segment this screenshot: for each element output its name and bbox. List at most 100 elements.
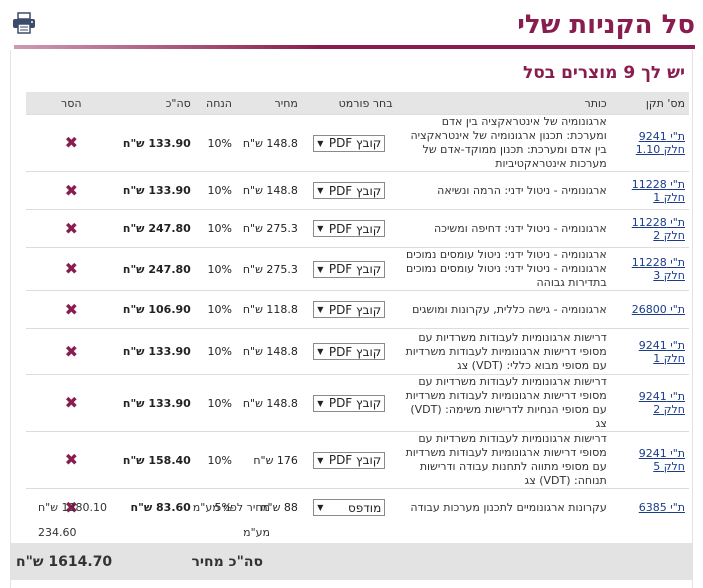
format-select[interactable]: מודפס ▼ — [313, 499, 386, 517]
chevron-down-icon: ▼ — [317, 455, 324, 465]
remove-x-icon[interactable]: ✖ — [65, 450, 78, 469]
catalog-cell: ת"י 9241 חלק 1 — [610, 328, 689, 375]
total-cell: 106.90 ש"ח — [116, 290, 195, 329]
format-select[interactable]: קובץ PDF ▼ — [313, 220, 386, 237]
format-cell: קובץ PDF ▼ — [301, 209, 397, 248]
cart-count-heading: יש לך 9 מוצרים בסל — [522, 63, 685, 83]
grand-total-label: סה"כ מחיר — [191, 554, 263, 570]
discount-cell: 10% — [194, 290, 236, 329]
chevron-down-icon: ▼ — [317, 503, 324, 513]
chevron-down-icon: ▼ — [317, 138, 324, 148]
price-cell: 275.3 ש"ח — [235, 247, 302, 291]
price-cell: 176 ש"ח — [235, 431, 302, 489]
catalog-link[interactable]: ת"י 11228 חלק 3 — [632, 256, 685, 282]
title-cell: ארגונומיה - ניטול ידני: דחיפה ומשיכה — [396, 209, 611, 248]
header-catalog: מס' תקן — [610, 92, 689, 115]
catalog-cell: ת"י 9241 חלק 1.10 — [610, 114, 689, 172]
format-value: קובץ PDF — [328, 136, 382, 150]
catalog-cell: ת"י 9241 חלק 5 — [610, 431, 689, 489]
title-divider — [14, 45, 695, 49]
subtotal-label: מחיר לפני מע"מ — [192, 501, 270, 514]
header-format: בחר פורמט — [301, 92, 397, 115]
price-cell: 148.8 ש"ח — [235, 374, 302, 432]
catalog-cell: ת"י 11228 חלק 2 — [610, 209, 689, 248]
catalog-link[interactable]: ת"י 11228 חלק 1 — [632, 178, 685, 204]
discount-cell: 10% — [194, 209, 236, 248]
title-cell: ארגונומיה - ניטול ידני: ניטול עומסים נמו… — [396, 247, 611, 291]
header-title: כותר — [396, 92, 611, 115]
catalog-cell: ת"י 6385 — [610, 488, 689, 527]
vat-label: מע"מ — [243, 526, 270, 539]
discount-cell: 10% — [194, 328, 236, 375]
catalog-cell: ת"י 11228 חלק 1 — [610, 171, 689, 210]
chevron-down-icon: ▼ — [317, 398, 324, 408]
discount-cell: 10% — [194, 374, 236, 432]
header-total: סה"כ — [116, 92, 195, 115]
format-value: קובץ PDF — [328, 344, 382, 359]
discount-cell: 10% — [194, 114, 236, 172]
format-value: קובץ PDF — [328, 221, 382, 236]
title-cell: דרישות ארגונומיות לעבודות משרדיות עם מסו… — [396, 374, 611, 432]
remove-x-icon[interactable]: ✖ — [65, 259, 78, 278]
remove-x-icon[interactable]: ✖ — [65, 181, 78, 200]
total-cell: 83.60 ש"ח — [116, 488, 195, 527]
catalog-cell: ת"י 26800 — [610, 290, 689, 329]
format-select[interactable]: קובץ PDF ▼ — [313, 451, 386, 469]
catalog-link[interactable]: ת"י 9241 חלק 5 — [639, 447, 685, 473]
catalog-link[interactable]: ת"י 9241 חלק 1.10 — [636, 130, 685, 156]
total-cell: 133.90 ש"ח — [116, 328, 195, 375]
total-cell: 247.80 ש"ח — [116, 209, 195, 248]
table-row: ת"י 9241 חלק 2 דרישות ארגונומיות לעבודות … — [26, 374, 689, 432]
catalog-link[interactable]: ת"י 9241 חלק 1 — [639, 339, 685, 365]
format-value: קובץ PDF — [328, 302, 382, 317]
format-select[interactable]: קובץ PDF ▼ — [313, 301, 386, 318]
remove-x-icon[interactable]: ✖ — [65, 342, 78, 361]
header-discount: הנחה — [194, 92, 236, 115]
grand-total-bar: סה"כ מחיר 1614.70 ש"ח — [10, 543, 693, 580]
table-header-row: מס' תקן כותר בחר פורמט מחיר הנחה סה"כ הס… — [26, 92, 689, 115]
remove-cell: ✖ — [26, 247, 117, 291]
format-select[interactable]: קובץ PDF ▼ — [313, 260, 386, 278]
format-select[interactable]: קובץ PDF ▼ — [313, 394, 386, 412]
remove-x-icon[interactable]: ✖ — [65, 300, 78, 319]
table-row: ת"י 9241 חלק 1 דרישות ארגונומיות לעבודות … — [26, 328, 689, 375]
format-cell: קובץ PDF ▼ — [301, 114, 397, 172]
title-cell: ארגונומיה של אינטראקציה בין אדם ומערכת: … — [396, 114, 611, 172]
format-cell: קובץ PDF ▼ — [301, 171, 397, 210]
subtotal-value: 1380.10 ש"ח — [38, 501, 108, 514]
price-cell: 148.8 ש"ח — [235, 171, 302, 210]
format-cell: קובץ PDF ▼ — [301, 431, 397, 489]
chevron-down-icon: ▼ — [317, 305, 324, 314]
title-cell: דרישות ארגונומיות לעבודות משרדיות עם מסו… — [396, 328, 611, 375]
discount-cell: 10% — [194, 431, 236, 489]
table-row: ת"י 11228 חלק 1 ארגונומיה - ניטול ידני: ה… — [26, 171, 689, 210]
cart-table: מס' תקן כותר בחר פורמט מחיר הנחה סה"כ הס… — [26, 92, 689, 527]
remove-cell: ✖ — [26, 114, 117, 172]
format-value: קובץ PDF — [328, 183, 382, 198]
header-remove: הסר — [26, 92, 117, 115]
title-cell: דרישות ארגונומיות לעבודות משרדיות עם מסו… — [396, 431, 611, 489]
format-value: קובץ PDF — [328, 396, 382, 410]
grand-total-value: 1614.70 ש"ח — [16, 554, 113, 570]
remove-x-icon[interactable]: ✖ — [65, 219, 78, 238]
printer-icon[interactable] — [12, 12, 36, 34]
title-cell: ארגונומיה - ניטול ידני: הרמה ונשיאה — [396, 171, 611, 210]
format-select[interactable]: קובץ PDF ▼ — [313, 134, 386, 152]
chevron-down-icon: ▼ — [317, 186, 324, 195]
format-select[interactable]: קובץ PDF ▼ — [313, 343, 386, 360]
remove-x-icon[interactable]: ✖ — [65, 393, 78, 412]
format-select[interactable]: קובץ PDF ▼ — [313, 182, 386, 199]
format-cell: קובץ PDF ▼ — [301, 247, 397, 291]
price-cell: 148.8 ש"ח — [235, 114, 302, 172]
total-cell: 158.40 ש"ח — [116, 431, 195, 489]
catalog-link[interactable]: ת"י 26800 — [632, 303, 685, 316]
catalog-link[interactable]: ת"י 9241 חלק 2 — [639, 390, 685, 416]
format-cell: מודפס ▼ — [301, 488, 397, 527]
catalog-link[interactable]: ת"י 11228 חלק 2 — [632, 216, 685, 242]
discount-cell: 10% — [194, 171, 236, 210]
table-row: ת"י 26800 ארגונומיה - גישה כללית, עקרונות… — [26, 290, 689, 329]
format-cell: קובץ PDF ▼ — [301, 328, 397, 375]
remove-cell: ✖ — [26, 209, 117, 248]
catalog-link[interactable]: ת"י 6385 — [639, 501, 685, 514]
remove-x-icon[interactable]: ✖ — [65, 133, 78, 152]
